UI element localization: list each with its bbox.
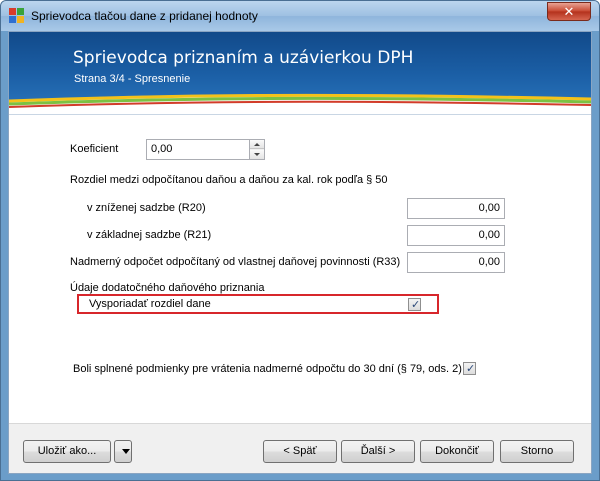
checkmark-icon: ✓ [411, 299, 421, 311]
title-bar[interactable]: Sprievodca tlačou dane z pridanej hodnot… [1, 1, 599, 31]
r33-label: Nadmerný odpočet odpočítaný od vlastnej … [70, 256, 401, 268]
wizard-header-banner: Sprievodca priznaním a uzávierkou DPH St… [9, 32, 591, 110]
r20-label: v zníženej sadzbe (R20) [87, 202, 206, 214]
splnene-label: Boli splnené podmienky pre vrátenia nadm… [73, 363, 462, 375]
r21-label: v základnej sadzbe (R21) [87, 229, 212, 241]
r21-input[interactable]: 0,00 [407, 225, 505, 246]
r20-input[interactable]: 0,00 [407, 198, 505, 219]
wizard-window: Sprievodca tlačou dane z pridanej hodnot… [0, 0, 600, 481]
koeficient-input[interactable]: 0,00 [146, 139, 250, 160]
cancel-button[interactable]: Storno [500, 440, 574, 463]
save-as-dropdown-button[interactable] [114, 440, 132, 463]
koeficient-label: Koeficient [70, 143, 119, 155]
dodatocne-heading: Údaje dodatočného daňového priznania [70, 282, 265, 294]
spin-down-icon[interactable] [250, 150, 264, 159]
wizard-footer: Uložiť ako... < Späť Ďalší > Dokončiť St… [9, 423, 591, 473]
header-separator [9, 114, 591, 115]
back-button[interactable]: < Späť [263, 440, 337, 463]
rozdiel-heading: Rozdiel medzi odpočítanou daňou a daňou … [70, 174, 388, 186]
banner-wave-decoration [9, 93, 591, 110]
wizard-title: Sprievodca priznaním a uzávierkou DPH [73, 48, 414, 68]
wizard-client-area: Sprievodca priznaním a uzávierkou DPH St… [8, 31, 592, 474]
spin-up-icon[interactable] [250, 140, 264, 149]
checkmark-icon: ✓ [466, 363, 476, 375]
finish-button[interactable]: Dokončiť [420, 440, 494, 463]
vysporiadat-checkbox[interactable]: ✓ [408, 298, 421, 311]
vysporiadat-label: Vysporiadať rozdiel dane [89, 298, 211, 310]
koeficient-spinner[interactable] [249, 139, 265, 160]
window-title: Sprievodca tlačou dane z pridanej hodnot… [31, 9, 258, 23]
app-icon [9, 8, 25, 24]
wizard-step-subtitle: Strana 3/4 - Spresnenie [74, 73, 191, 85]
splnene-checkbox[interactable]: ✓ [463, 362, 476, 375]
save-as-button[interactable]: Uložiť ako... [23, 440, 111, 463]
r33-input[interactable]: 0,00 [407, 252, 505, 273]
next-button[interactable]: Ďalší > [341, 440, 415, 463]
close-button[interactable]: ✕ [547, 2, 591, 21]
chevron-down-icon [122, 449, 130, 454]
